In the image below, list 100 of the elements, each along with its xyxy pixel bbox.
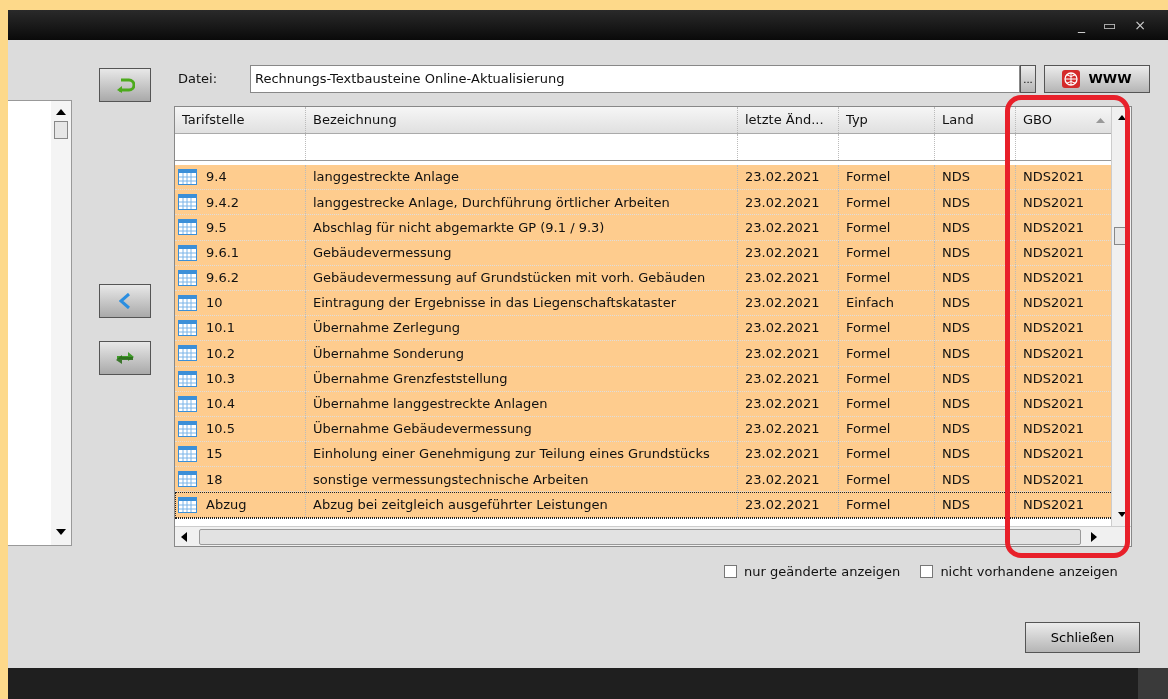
table-cell-text: 9.6.1 bbox=[206, 243, 240, 262]
table-cell-text: NDS bbox=[942, 395, 970, 414]
scroll-down-icon[interactable] bbox=[56, 529, 66, 535]
minimize-button[interactable]: _ bbox=[1078, 14, 1086, 36]
table-cell-text: NDS bbox=[942, 319, 970, 338]
table-icon bbox=[178, 244, 197, 261]
www-button[interactable]: WWW bbox=[1044, 65, 1150, 93]
table-cell-text: NDS2021 bbox=[1023, 269, 1085, 288]
scroll-thumb[interactable] bbox=[199, 528, 1081, 545]
scroll-left-icon[interactable] bbox=[181, 531, 187, 542]
table-cell-text: Abzug bei zeitgleich ausgeführter Leistungen bbox=[313, 495, 608, 514]
return-arrow-icon bbox=[115, 77, 135, 93]
table-cell-text: 10.5 bbox=[206, 420, 235, 439]
table-icon bbox=[178, 320, 197, 337]
table-cell-text: NDS2021 bbox=[1023, 420, 1085, 439]
sort-arrow-icon bbox=[1096, 117, 1105, 123]
table-cell-text: NDS2021 bbox=[1023, 319, 1085, 338]
table-cell-text: Übernahme Zerlegung bbox=[313, 319, 460, 338]
scroll-thumb[interactable] bbox=[54, 121, 68, 139]
scroll-right-icon[interactable] bbox=[1091, 531, 1097, 542]
table-cell-text: Einholung einer Genehmigung zur Teilung eines Grundstücks bbox=[313, 445, 710, 464]
table-cell-text: NDS bbox=[942, 369, 970, 388]
table-cell-text: NDS2021 bbox=[1023, 344, 1085, 363]
table-cell-text: langgestreckte Anlage bbox=[313, 168, 460, 187]
table-icon bbox=[178, 194, 197, 211]
swap-button[interactable] bbox=[99, 341, 151, 375]
table-cell-text: Gebäudevermessung bbox=[313, 243, 452, 262]
table-cell-text: Formel bbox=[846, 193, 891, 212]
table-cell-text: Formel bbox=[846, 269, 891, 288]
table-cell-text: Übernahme langgestreckte Anlagen bbox=[313, 395, 548, 414]
table-cell-text: 23.02.2021 bbox=[745, 344, 820, 363]
table-cell-text: NDS bbox=[942, 470, 970, 489]
table-cell-text: Formel bbox=[846, 420, 891, 439]
table-cell-text: Übernahme Gebäudevermessung bbox=[313, 420, 532, 439]
table-icon bbox=[178, 446, 197, 463]
scroll-up-icon[interactable] bbox=[56, 109, 66, 115]
maximize-button[interactable]: ▭ bbox=[1103, 14, 1117, 36]
table-cell-text: NDS2021 bbox=[1023, 395, 1085, 414]
table-cell-text: 23.02.2021 bbox=[745, 243, 820, 262]
table-cell-text: NDS2021 bbox=[1023, 495, 1085, 514]
close-window-button[interactable]: × bbox=[1134, 14, 1146, 36]
table-cell-text: sonstige vermessungstechnische Arbeiten bbox=[313, 470, 589, 489]
table-cell-text: NDS2021 bbox=[1023, 470, 1085, 489]
table-cell-text: Formel bbox=[846, 495, 891, 514]
file-label: Datei: bbox=[178, 70, 219, 89]
table-cell-text: 23.02.2021 bbox=[745, 420, 820, 439]
table-icon bbox=[178, 370, 197, 387]
checkbox[interactable]: nicht vorhandene anzeigen bbox=[920, 562, 1118, 582]
table-cell-text: 23.02.2021 bbox=[745, 218, 820, 237]
table-cell-text: NDS2021 bbox=[1023, 445, 1085, 464]
table-cell-text: NDS bbox=[942, 243, 970, 262]
table-cell-text: Formel bbox=[846, 319, 891, 338]
table-cell-text: 23.02.2021 bbox=[745, 294, 820, 313]
column-header[interactable]: Tarifstelle bbox=[175, 107, 306, 133]
table-cell-text: Abzug bbox=[206, 495, 247, 514]
table-cell-text: Formel bbox=[846, 168, 891, 187]
table-cell-text: 23.02.2021 bbox=[745, 193, 820, 212]
checkbox[interactable]: nur geänderte anzeigen bbox=[724, 562, 901, 582]
scroll-up-icon[interactable] bbox=[1118, 115, 1126, 120]
table-cell-text: 10.3 bbox=[206, 369, 235, 388]
table-cell-text: NDS bbox=[942, 445, 970, 464]
table-icon bbox=[178, 269, 197, 286]
return-button[interactable] bbox=[99, 68, 151, 102]
table-cell-text: NDS2021 bbox=[1023, 243, 1085, 262]
table-icon bbox=[178, 496, 197, 513]
back-button[interactable] bbox=[99, 284, 151, 318]
scrollbar[interactable] bbox=[175, 526, 1131, 546]
column-header[interactable]: Bezeichnung bbox=[306, 107, 738, 133]
globe-icon bbox=[1062, 70, 1081, 88]
table-icon bbox=[178, 295, 197, 312]
table-cell-text: NDS bbox=[942, 294, 970, 313]
table-cell-text: NDS2021 bbox=[1023, 294, 1085, 313]
table-cell-text: 23.02.2021 bbox=[745, 470, 820, 489]
table-cell-text: NDS bbox=[942, 193, 970, 212]
table-cell-text: Formel bbox=[846, 243, 891, 262]
table-cell-text: NDS bbox=[942, 495, 970, 514]
table-cell-text: Formel bbox=[846, 218, 891, 237]
table-icon bbox=[178, 345, 197, 362]
table-cell-text: Formel bbox=[846, 445, 891, 464]
column-header[interactable]: Land bbox=[935, 107, 1016, 133]
resize-grip[interactable] bbox=[1138, 668, 1168, 699]
table-icon bbox=[178, 395, 197, 412]
table-cell-text: 10.2 bbox=[206, 344, 235, 363]
table-cell-text: 10 bbox=[206, 294, 223, 313]
table-cell-text: 9.6.2 bbox=[206, 269, 240, 288]
browse-button[interactable]: ... bbox=[1020, 65, 1036, 93]
swap-arrows-icon bbox=[114, 350, 136, 366]
close-button[interactable]: Schließen bbox=[1025, 622, 1140, 653]
table-icon bbox=[178, 219, 197, 236]
table-icon bbox=[178, 471, 197, 488]
table-cell-text: 23.02.2021 bbox=[745, 168, 820, 187]
table-icon bbox=[178, 420, 197, 437]
column-header[interactable]: Typ bbox=[839, 107, 935, 133]
table-cell-text: 15 bbox=[206, 445, 223, 464]
table-cell-text: 18 bbox=[206, 470, 223, 489]
column-header[interactable]: letzte Änd... bbox=[738, 107, 839, 133]
scrollbar[interactable] bbox=[51, 101, 71, 545]
file-field[interactable]: Rechnungs-Textbausteine Online-Aktualisierung bbox=[250, 65, 1020, 93]
table-cell-text: Abschlag für nicht abgemarkte GP (9.1 / 9.3) bbox=[313, 218, 605, 237]
table-cell-text: NDS bbox=[942, 420, 970, 439]
